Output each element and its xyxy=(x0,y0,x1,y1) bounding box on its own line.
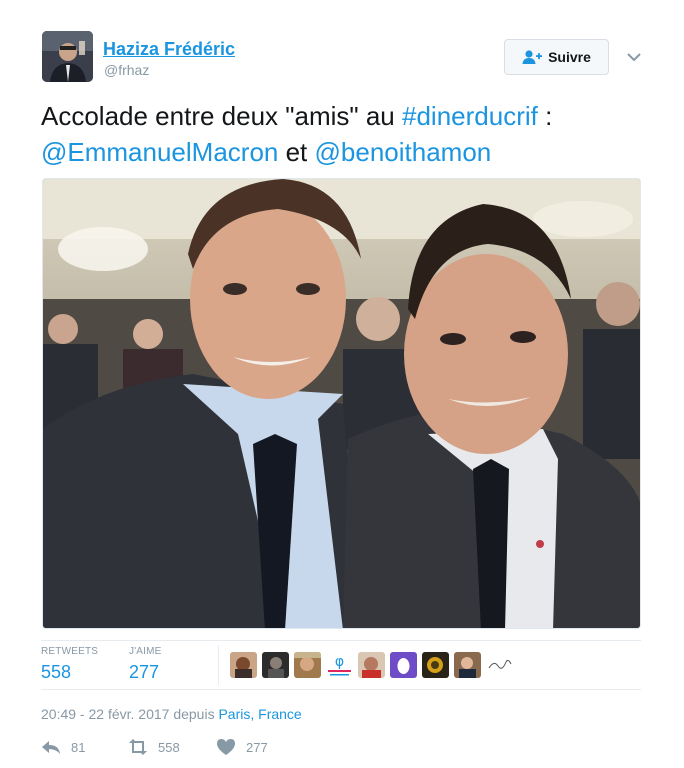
liker-avatar[interactable] xyxy=(454,652,481,678)
liker-avatar[interactable] xyxy=(230,652,257,678)
mention-link-macron[interactable]: @EmmanuelMacron xyxy=(41,137,278,167)
retweets-value: 558 xyxy=(41,662,72,682)
like-button[interactable]: 277 xyxy=(216,738,268,756)
author-display-name[interactable]: Haziza Frédéric xyxy=(103,39,235,60)
reply-button[interactable]: 81 xyxy=(41,738,128,756)
retweets-stat[interactable]: RETWEETS 558 xyxy=(41,646,98,683)
tweet-location-link[interactable]: Paris, France xyxy=(218,706,301,722)
likes-value: 277 xyxy=(129,662,160,682)
mention-link-hamon[interactable]: @benoithamon xyxy=(315,137,492,167)
reply-count: 81 xyxy=(71,739,86,755)
reply-icon xyxy=(42,741,60,754)
tweet-text-plain: Accolade entre deux "amis" au xyxy=(41,101,402,131)
follow-button-label: Suivre xyxy=(548,49,591,65)
liker-avatars: φ xyxy=(230,652,513,678)
author-handle[interactable]: @frhaz xyxy=(104,62,149,78)
tweet-text: Accolade entre deux "amis" au #dinerducr… xyxy=(41,98,651,170)
likes-label: J'AIME xyxy=(129,646,162,657)
heart-icon xyxy=(217,739,235,755)
avatar-image xyxy=(42,31,93,82)
liker-avatar[interactable] xyxy=(422,652,449,678)
chevron-down-icon[interactable] xyxy=(626,50,642,62)
follow-user-icon xyxy=(522,49,543,65)
liker-avatar[interactable] xyxy=(294,652,321,678)
liker-avatar[interactable] xyxy=(486,652,513,678)
like-count: 277 xyxy=(246,739,268,755)
likes-stat[interactable]: J'AIME 277 xyxy=(129,646,162,683)
tweet-actions: 81 558 277 xyxy=(41,738,268,756)
liker-avatar[interactable] xyxy=(358,652,385,678)
liker-avatar[interactable]: φ xyxy=(326,652,353,678)
follow-button[interactable]: Suivre xyxy=(504,39,609,75)
svg-text:φ: φ xyxy=(335,654,344,670)
tweet-photo[interactable] xyxy=(42,178,641,629)
tweet-timestamp: 20:49 - 22 févr. 2017 depuis Paris, Fran… xyxy=(41,706,302,722)
retweet-icon xyxy=(129,739,147,755)
stats-divider-bottom xyxy=(41,689,641,690)
tweet-time-date[interactable]: 20:49 - 22 févr. 2017 depuis xyxy=(41,706,218,722)
hashtag-link[interactable]: #dinerducrif xyxy=(402,101,538,131)
selfie-photo xyxy=(43,179,640,628)
retweets-label: RETWEETS xyxy=(41,646,99,657)
stats-vertical-divider xyxy=(218,645,219,685)
stats-divider-top xyxy=(41,640,641,641)
tweet-text-tail: : xyxy=(537,101,553,131)
liker-avatar[interactable] xyxy=(390,652,417,678)
retweet-count: 558 xyxy=(158,739,180,755)
author-avatar[interactable] xyxy=(42,31,93,82)
tweet-card: Haziza Frédéric @frhaz Suivre Accolade e… xyxy=(0,0,684,768)
retweet-button[interactable]: 558 xyxy=(128,738,216,756)
tweet-text-connector: et xyxy=(278,137,315,167)
liker-avatar[interactable] xyxy=(262,652,289,678)
